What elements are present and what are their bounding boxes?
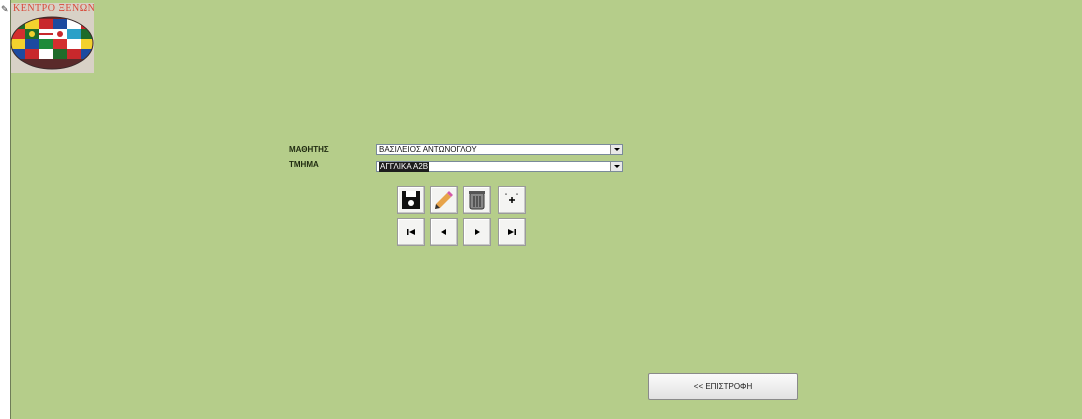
- save-button[interactable]: [397, 186, 425, 214]
- edit-button[interactable]: [430, 186, 458, 214]
- world-flags-globe-icon: [11, 16, 94, 70]
- student-label: ΜΑΘΗΤΗΣ: [289, 145, 329, 154]
- svg-text:": ": [505, 194, 507, 200]
- svg-text:": ": [516, 194, 518, 200]
- student-value: ΒΑΣΙΛΕΙΟΣ ΑΝΤΩΝΟΓΛΟΥ: [379, 145, 477, 154]
- first-record-icon: [407, 229, 415, 235]
- previous-record-button[interactable]: [430, 218, 458, 246]
- back-button[interactable]: << ΕΠΙΣΤΡΟΦΗ: [648, 373, 798, 400]
- class-value: ΑΓΓΛΙΚΑ Α2Β: [379, 162, 430, 172]
- first-record-button[interactable]: [397, 218, 425, 246]
- chevron-down-icon[interactable]: [610, 162, 622, 171]
- edit-pencil-icon: [435, 191, 453, 209]
- previous-record-icon: [441, 229, 446, 235]
- delete-trash-icon: [469, 191, 485, 210]
- logo: ΚΕΝΤΡΟ ΞΕΝΩΝ ΓΛΩΣΣΩΝ: [11, 3, 94, 73]
- student-combobox[interactable]: ΒΑΣΙΛΕΙΟΣ ΑΝΤΩΝΟΓΛΟΥ: [376, 144, 623, 155]
- record-selector-bar: ✎: [0, 0, 11, 419]
- chevron-down-icon[interactable]: [610, 145, 622, 154]
- class-label: ΤΜΗΜΑ: [289, 160, 319, 169]
- class-combobox[interactable]: ΑΓΓΛΙΚΑ Α2Β: [376, 161, 623, 172]
- last-record-button[interactable]: [498, 218, 526, 246]
- new-record-icon: " ": [505, 194, 518, 203]
- next-record-button[interactable]: [463, 218, 491, 246]
- next-record-icon: [475, 229, 480, 235]
- new-record-button[interactable]: " ": [498, 186, 526, 214]
- pencil-edit-icon: ✎: [1, 4, 9, 14]
- delete-button[interactable]: [463, 186, 491, 214]
- last-record-icon: [508, 229, 516, 235]
- save-floppy-icon: [402, 191, 420, 209]
